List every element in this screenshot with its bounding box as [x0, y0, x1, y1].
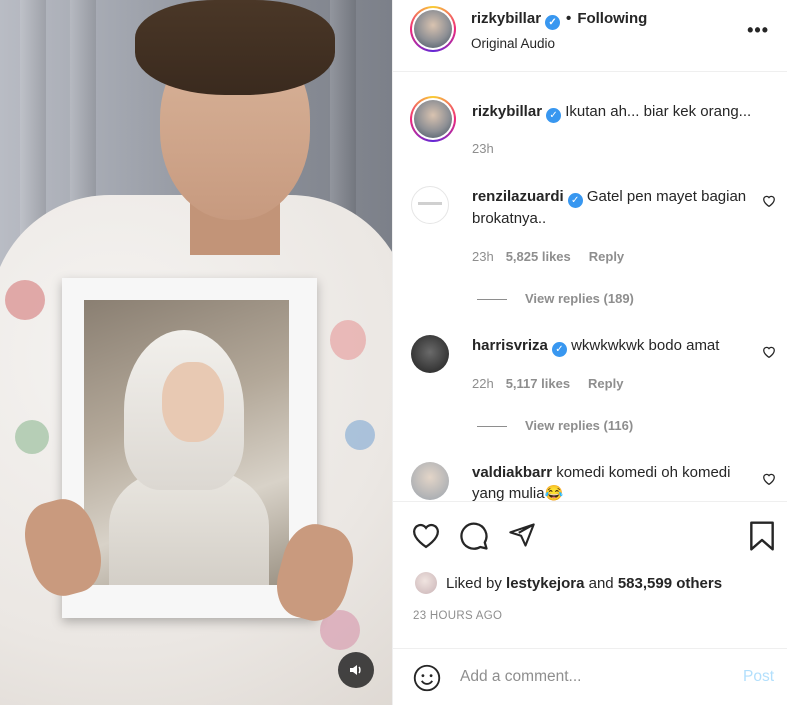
comment-form: Post	[393, 648, 787, 705]
hoodie-pattern	[15, 420, 49, 454]
comment-username[interactable]: harrisvriza	[472, 337, 548, 354]
view-replies-label: View replies (189)	[525, 291, 634, 306]
audio-label[interactable]: Original Audio	[471, 36, 555, 51]
hoodie-pattern	[330, 320, 366, 360]
author-line: rizkybillar ✓ • Following	[471, 10, 647, 30]
comment-likes[interactable]: 5,825 likes	[506, 249, 571, 264]
view-replies-label: View replies (116)	[525, 418, 634, 433]
view-replies-button[interactable]: View replies (116)	[477, 418, 633, 433]
comment-username[interactable]: valdiakbarr	[472, 464, 552, 481]
bookmark-icon[interactable]	[748, 520, 776, 557]
heart-icon[interactable]	[762, 472, 776, 488]
comment-likes[interactable]: 5,117 likes	[506, 376, 570, 391]
more-icon[interactable]: •••	[747, 20, 769, 41]
post-sidebar: rizkybillar ✓ • Following Original Audio ••…	[392, 0, 787, 705]
heart-icon[interactable]	[762, 345, 776, 361]
comment-avatar[interactable]	[411, 186, 449, 224]
comment-input[interactable]	[460, 665, 710, 689]
comment-avatar[interactable]	[411, 462, 449, 500]
author-username[interactable]: rizkybillar	[471, 10, 541, 27]
liker-username[interactable]: lestykejora	[506, 575, 584, 592]
share-icon[interactable]	[507, 521, 537, 554]
framed-photo	[84, 300, 289, 585]
liker-avatar[interactable]	[415, 572, 437, 594]
post-header: rizkybillar ✓ • Following Original Audio ••…	[393, 0, 787, 72]
volume-icon[interactable]	[338, 652, 374, 688]
verified-icon: ✓	[567, 193, 583, 208]
author-avatar[interactable]	[410, 6, 456, 52]
caption-text: rizkybillar ✓ Ikutan ah... biar kek orang…	[472, 101, 762, 123]
likes-summary: Liked by lestykejora and 583,599 others	[415, 572, 722, 594]
reply-button[interactable]: Reply	[588, 376, 623, 391]
person-hair	[135, 0, 335, 95]
likes-others[interactable]: 583,599 others	[618, 575, 722, 592]
comment-icon[interactable]	[459, 521, 489, 556]
following-button[interactable]: Following	[577, 10, 647, 27]
verified-icon: ✓	[545, 15, 561, 30]
reply-button[interactable]: Reply	[589, 249, 624, 264]
heart-icon[interactable]	[762, 194, 776, 210]
post-timestamp[interactable]: 23 HOURS AGO	[413, 610, 502, 622]
caption-username[interactable]: rizkybillar	[472, 103, 542, 120]
caption-body: Ikutan ah... biar kek orang...	[565, 103, 752, 120]
comment-avatar[interactable]	[411, 335, 449, 373]
comment-text: valdiakbarr komedi komedi oh komedi yang…	[472, 462, 762, 501]
comment-time: 22h	[472, 376, 494, 391]
post-media[interactable]	[0, 0, 392, 705]
view-replies-button[interactable]: View replies (189)	[477, 291, 634, 306]
action-bar	[393, 515, 787, 559]
likes-prefix: Liked by	[446, 574, 502, 592]
post-button[interactable]: Post	[743, 668, 774, 686]
comment-body: wkwkwkwk bodo amat	[571, 337, 720, 354]
verified-icon: ✓	[551, 342, 567, 357]
comment-username[interactable]: renzilazuardi	[472, 188, 564, 205]
photo-face	[162, 362, 224, 442]
hoodie-pattern	[5, 280, 45, 320]
emoji-icon[interactable]	[413, 664, 441, 697]
comments-list[interactable]: rizkybillar ✓ Ikutan ah... biar kek orang…	[393, 72, 787, 502]
comment-time: 23h	[472, 249, 494, 264]
comment-text: harrisvriza ✓ wkwkwkwk bodo amat	[472, 335, 762, 357]
comment-text: renzilazuardi ✓ Gatel pen mayet bagian br…	[472, 186, 762, 229]
separator-dot: •	[566, 10, 572, 27]
likes-and: and	[588, 574, 614, 592]
verified-icon: ✓	[546, 108, 562, 123]
hoodie-pattern	[345, 420, 375, 450]
caption-time: 23h	[472, 141, 494, 156]
comment-meta: 23h 5,825 likes Reply	[472, 249, 624, 264]
caption-avatar[interactable]	[410, 96, 456, 142]
comment-meta: 22h 5,117 likes Reply	[472, 376, 623, 391]
heart-icon[interactable]	[411, 521, 441, 554]
